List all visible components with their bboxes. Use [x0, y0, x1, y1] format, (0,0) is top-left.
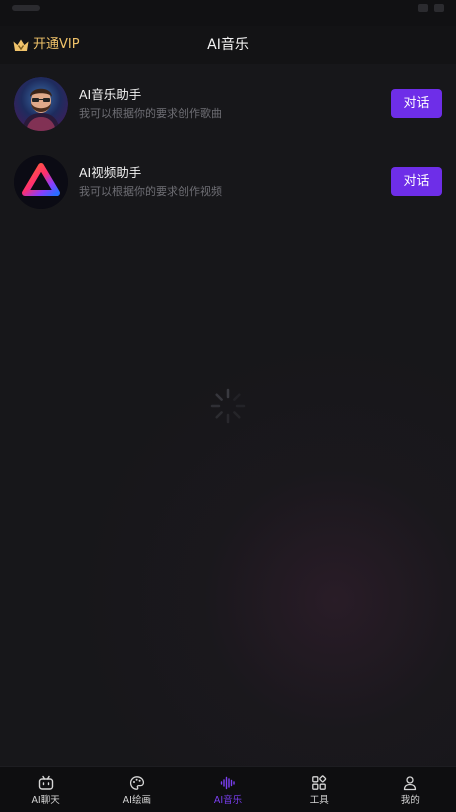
status-time-placeholder [12, 5, 40, 11]
assistant-item-video[interactable]: AI视频助手 我可以根据你的要求创作视频 对话 [0, 142, 456, 220]
gradient-triangle-avatar-icon [14, 155, 68, 209]
chat-button-music[interactable]: 对话 [391, 89, 442, 118]
tab-label: AI绘画 [122, 795, 151, 806]
loading-spinner-icon [210, 388, 246, 424]
chat-button-video[interactable]: 对话 [391, 167, 442, 196]
wifi-icon [418, 4, 428, 12]
tab-ai-painting[interactable]: AI绘画 [91, 767, 182, 812]
chat-robot-icon [38, 775, 53, 790]
assistant-text-music: AI音乐助手 我可以根据你的要求创作歌曲 [79, 86, 222, 122]
top-header: 开通VIP AI音乐 [0, 26, 456, 64]
user-profile-icon [404, 776, 417, 791]
assistant-name: AI音乐助手 [79, 87, 142, 102]
grid-apps-icon [312, 775, 327, 790]
assistant-text-video: AI视频助手 我可以根据你的要求创作视频 [79, 164, 222, 200]
assistant-description: 我可以根据你的要求创作视频 [79, 185, 222, 198]
palette-icon [129, 776, 144, 790]
tab-ai-chat[interactable]: AI聊天 [0, 767, 91, 812]
ai-music-screen: 开通VIP AI音乐 AI音乐助手 我可以根据你的要求创作歌曲 对话 AI视频助… [0, 0, 456, 812]
tab-label: AI音乐 [213, 795, 243, 806]
tab-ai-music[interactable]: AI音乐 [182, 767, 273, 812]
assistant-description: 我可以根据你的要求创作歌曲 [79, 107, 222, 120]
sound-wave-icon [220, 776, 235, 790]
tab-mine[interactable]: 我的 [365, 767, 456, 812]
tab-label: 我的 [400, 795, 420, 806]
tab-label: AI聊天 [31, 795, 60, 806]
tab-tools[interactable]: 工具 [274, 767, 365, 812]
page-title: AI音乐 [207, 37, 249, 53]
bearded-man-avatar-icon [14, 77, 68, 131]
assistant-item-music[interactable]: AI音乐助手 我可以根据你的要求创作歌曲 对话 [0, 64, 456, 142]
status-icons [418, 4, 444, 12]
battery-icon [434, 4, 444, 12]
bottom-tab-bar: AI聊天 AI绘画 AI音乐 工具 我的 [0, 766, 456, 812]
tab-label: 工具 [309, 795, 329, 806]
status-bar [0, 0, 456, 26]
assistant-name: AI视频助手 [79, 165, 142, 180]
